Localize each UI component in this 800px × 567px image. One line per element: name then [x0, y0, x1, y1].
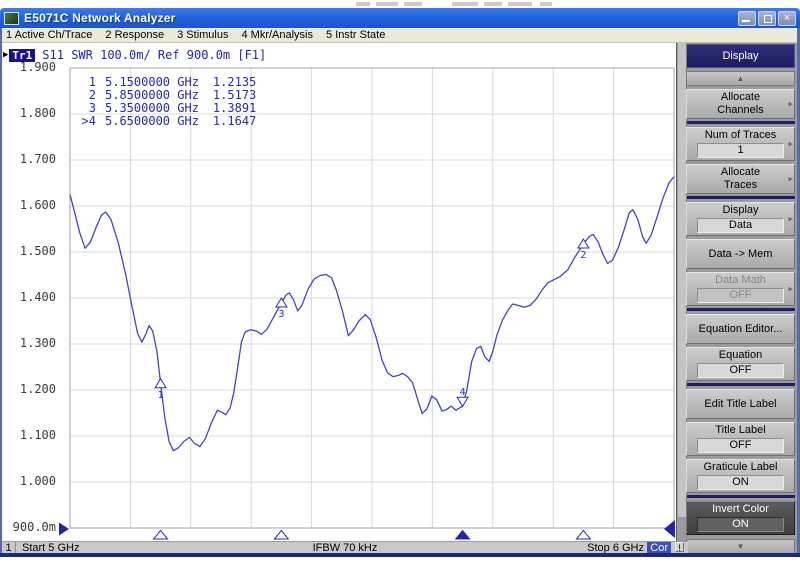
softkey-label: Channels	[687, 104, 794, 117]
softkey-equation[interactable]: EquationOFF	[686, 347, 795, 381]
softkey-label: Allocate	[687, 166, 794, 179]
softkey-label: Display	[687, 204, 794, 217]
softkey-edit-title-label[interactable]: Edit Title Label	[686, 389, 795, 419]
softkey-allocate-channels[interactable]: AllocateChannels▸	[686, 89, 795, 119]
submenu-arrow-icon: ▸	[788, 99, 793, 110]
scroll-up-icon: ▲	[737, 74, 745, 83]
softkey-data-to-mem[interactable]: Data -> Mem	[686, 239, 795, 269]
marker-row: >4 5.6500000 GHz 1.1647	[74, 115, 256, 128]
softkey-display-data[interactable]: DisplayData ▸	[686, 202, 795, 236]
softkey-group-separator	[686, 196, 795, 199]
softkey-label: Data Math	[687, 274, 794, 287]
softkey-value: OFF	[697, 438, 784, 453]
minimize-icon	[742, 20, 750, 22]
submenu-arrow-icon: ▸	[788, 139, 793, 150]
marker-stimulus-triangle	[154, 531, 168, 540]
submenu-arrow-icon: ▸	[788, 284, 793, 295]
y-axis-label: 1.800	[2, 107, 56, 120]
softkey-label: Data -> Mem	[687, 248, 794, 261]
marker-value: 1.1647	[213, 115, 256, 128]
y-axis-label: 1.400	[2, 291, 56, 304]
scroll-down-icon: ▼	[737, 542, 745, 551]
softkey-value: ON	[697, 475, 784, 490]
menu-instr-state[interactable]: 5 Instr State	[326, 29, 385, 41]
softkey-value: Data	[697, 218, 784, 233]
softkey-value: OFF	[697, 363, 784, 378]
app-icon	[4, 12, 19, 25]
screen: E5071C Network Analyzer × 1 Active Ch/Tr…	[0, 0, 800, 567]
y-axis-label: 1.300	[2, 337, 56, 350]
window-title: E5071C Network Analyzer	[24, 11, 738, 25]
softkey-num-of-traces[interactable]: Num of Traces1 ▸	[686, 127, 795, 161]
menu-response[interactable]: 2 Response	[105, 29, 164, 41]
menu-bar: 1 Active Ch/Trace 2 Response 3 Stimulus 4 M…	[2, 28, 797, 43]
y-axis-label: 1.700	[2, 153, 56, 166]
sweep-position-arrow	[664, 520, 675, 538]
softkey-label: Allocate	[687, 91, 794, 104]
marker-number: >4	[74, 115, 96, 128]
softkey-equation-editor[interactable]: Equation Editor...	[686, 314, 795, 344]
softkey-group-separator	[686, 308, 795, 311]
submenu-arrow-icon: ▸	[788, 214, 793, 225]
reference-level-arrow	[59, 523, 69, 536]
alert-badge: !	[675, 542, 684, 552]
marker-symbol	[276, 298, 287, 307]
menu-stimulus[interactable]: 3 Stimulus	[177, 29, 228, 41]
close-button[interactable]: ×	[778, 11, 796, 26]
softkey-invert-color[interactable]: Invert ColorON	[686, 501, 795, 535]
marker-symbol	[155, 379, 166, 388]
softkey-label: Equation	[687, 349, 794, 362]
menu-active-ch-trace[interactable]: 1 Active Ch/Trace	[6, 29, 92, 41]
marker-symbol	[578, 239, 589, 248]
softkey-scroll-up-button[interactable]: ▲	[686, 71, 795, 86]
y-axis-label: 1.900	[2, 61, 56, 74]
softkey-allocate-traces[interactable]: AllocateTraces▸	[686, 164, 795, 194]
softkey-label: Edit Title Label	[687, 398, 794, 411]
softkey-label: Traces	[687, 179, 794, 192]
softkey-label: Title Label	[687, 424, 794, 437]
title-bar: E5071C Network Analyzer ×	[0, 8, 800, 28]
marker-label: 4	[460, 387, 466, 398]
softkey-group-separator	[686, 383, 795, 386]
active-marker-symbol	[457, 397, 468, 406]
active-trace-arrow-icon: ▶	[3, 50, 8, 60]
window-border-left	[0, 28, 2, 554]
softkey-group-separator	[686, 495, 795, 498]
marker-label: 3	[278, 309, 284, 320]
softkey-data-math[interactable]: Data MathOFF ▸	[686, 272, 795, 306]
y-axis-label: 1.000	[2, 475, 56, 488]
softkey-value: OFF	[697, 288, 784, 303]
submenu-arrow-icon: ▸	[788, 174, 793, 185]
marker-stimulus-triangle	[576, 531, 590, 540]
trace-format-text: S11 SWR 100.0m/ Ref 900.0m [F1]	[42, 48, 266, 62]
softkey-title-label[interactable]: Title LabelOFF	[686, 422, 795, 456]
softkey-label: Graticule Label	[687, 461, 794, 474]
y-axis-label: 1.500	[2, 245, 56, 258]
softkey-scroll-down-button[interactable]: ▼	[686, 539, 795, 554]
softkey-group-separator	[686, 121, 795, 124]
softkey-graticule-label[interactable]: Graticule LabelON	[686, 459, 795, 493]
marker-label: 2	[580, 250, 586, 261]
y-axis-label: 900.0m	[2, 521, 56, 534]
softkey-value: ON	[697, 517, 784, 532]
menu-mkr-analysis[interactable]: 4 Mkr/Analysis	[241, 29, 313, 41]
marker-readout-table: 15.1500000 GHz1.213525.8500000 GHz1.5173…	[74, 76, 256, 128]
softkey-label: Equation Editor...	[687, 323, 794, 336]
restore-icon	[764, 15, 772, 23]
softkey-menu-header: Display	[686, 44, 795, 68]
softkey-sidebar: Display ▲ AllocateChannels▸Num of Traces…	[676, 43, 797, 553]
y-axis-label: 1.600	[2, 199, 56, 212]
y-axis-label: 1.200	[2, 383, 56, 396]
active-marker-stimulus-triangle	[456, 531, 470, 540]
minimize-button[interactable]	[738, 11, 756, 26]
window-border-bottom	[0, 553, 800, 557]
marker-frequency: 5.6500000 GHz	[105, 115, 199, 128]
marker-label: 1	[158, 390, 164, 401]
softkey-label: Num of Traces	[687, 129, 794, 142]
marker-stimulus-triangle	[274, 531, 288, 540]
softkey-label: Invert Color	[687, 503, 794, 516]
softkey-value: 1	[697, 143, 784, 158]
y-axis-label: 1.100	[2, 429, 56, 442]
restore-button[interactable]	[758, 11, 776, 26]
